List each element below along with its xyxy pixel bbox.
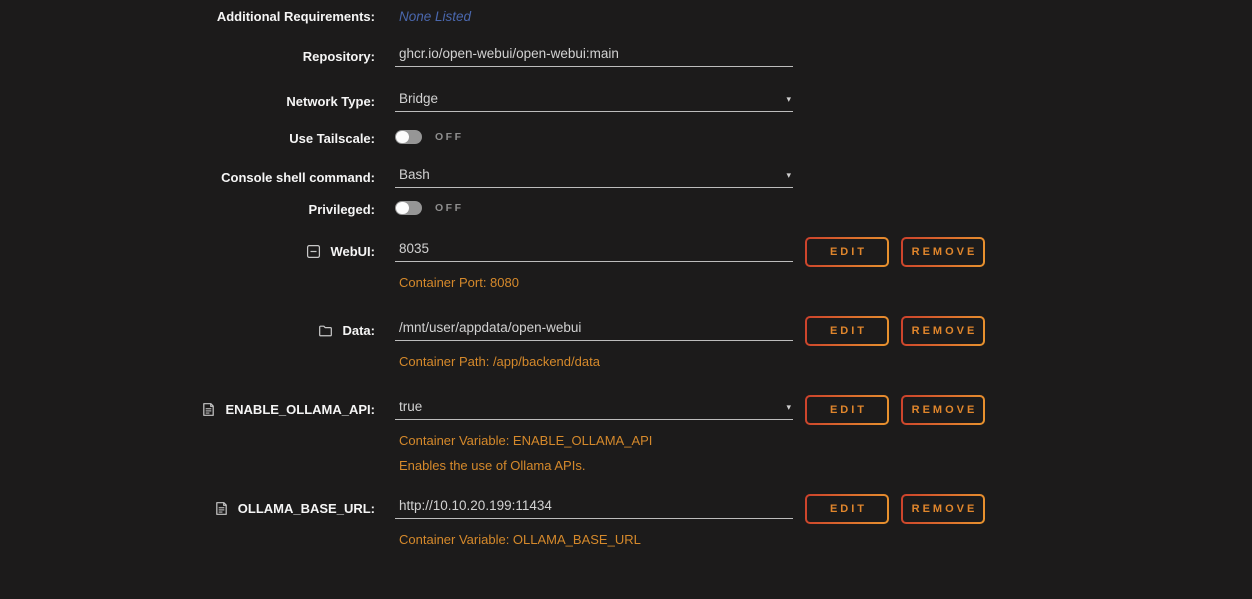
field-label: OLLAMA_BASE_URL: — [0, 498, 375, 516]
container-path-helper: Container Path: /app/backend/data — [395, 354, 793, 370]
field-row-ollama-base-url: OLLAMA_BASE_URL: http://10.10.20.199:114… — [0, 498, 1252, 548]
field-label-text: Privileged: — [309, 202, 375, 217]
remove-button[interactable]: REMOVE — [901, 316, 985, 346]
use-tailscale-toggle[interactable] — [395, 130, 422, 144]
additional-requirements-link[interactable]: None Listed — [395, 6, 793, 24]
field-label: Network Type: — [0, 91, 375, 109]
data-path-input[interactable]: /mnt/user/appdata/open-webui — [395, 320, 793, 341]
field-row-console-shell-command: Console shell command: Bash ▾ — [0, 167, 1252, 188]
toggle-knob — [396, 131, 409, 143]
field-row-additional-requirements: Additional Requirements: None Listed — [0, 6, 1252, 24]
field-row-repository: Repository: ghcr.io/open-webui/open-webu… — [0, 46, 1252, 67]
field-row-use-tailscale: Use Tailscale: OFF — [0, 128, 1252, 146]
field-row-privileged: Privileged: OFF — [0, 199, 1252, 217]
field-label: WebUI: — [0, 241, 375, 259]
field-label: Repository: — [0, 46, 375, 64]
remove-button[interactable]: REMOVE — [901, 494, 985, 524]
network-type-selected-value: Bridge — [399, 91, 438, 106]
field-label-text: Use Tailscale: — [289, 131, 375, 146]
field-label-text: WebUI: — [330, 244, 375, 259]
console-shell-selected-value: Bash — [399, 167, 430, 182]
chevron-down-icon: ▾ — [786, 95, 791, 104]
file-icon — [214, 501, 229, 516]
container-variable-helper: Container Variable: ENABLE_OLLAMA_API — [395, 433, 793, 449]
container-settings-form: Additional Requirements: None Listed Rep… — [0, 0, 1252, 548]
field-label-text: Repository: — [303, 49, 375, 64]
field-label-text: Console shell command: — [221, 170, 375, 185]
variable-description-helper: Enables the use of Ollama APIs. — [395, 458, 793, 474]
minus-square-icon — [306, 244, 321, 259]
enable-ollama-api-selected-value: true — [399, 399, 422, 414]
remove-button[interactable]: REMOVE — [901, 395, 985, 425]
edit-button[interactable]: EDIT — [805, 237, 889, 267]
field-label: Additional Requirements: — [0, 6, 375, 24]
field-row-network-type: Network Type: Bridge ▾ — [0, 91, 1252, 112]
webui-port-input[interactable]: 8035 — [395, 241, 793, 262]
field-row-enable-ollama-api: ENABLE_OLLAMA_API: true ▾ Container Vari… — [0, 399, 1252, 473]
field-label: Privileged: — [0, 199, 375, 217]
console-shell-command-select[interactable]: Bash ▾ — [395, 167, 793, 188]
chevron-down-icon: ▾ — [786, 403, 791, 412]
field-label: Data: — [0, 320, 375, 338]
repository-input[interactable]: ghcr.io/open-webui/open-webui:main — [395, 46, 793, 67]
toggle-knob — [396, 202, 409, 214]
field-label-text: Data: — [342, 323, 375, 338]
file-icon — [201, 402, 216, 417]
remove-button[interactable]: REMOVE — [901, 237, 985, 267]
enable-ollama-api-select[interactable]: true ▾ — [395, 399, 793, 420]
edit-button[interactable]: EDIT — [805, 494, 889, 524]
chevron-down-icon: ▾ — [786, 171, 791, 180]
ollama-base-url-input[interactable]: http://10.10.20.199:11434 — [395, 498, 793, 519]
container-variable-helper: Container Variable: OLLAMA_BASE_URL — [395, 532, 793, 548]
container-port-helper: Container Port: 8080 — [395, 275, 793, 291]
field-label-text: ENABLE_OLLAMA_API: — [225, 402, 375, 417]
toggle-state-label: OFF — [435, 131, 464, 143]
folder-icon — [318, 323, 333, 338]
network-type-select[interactable]: Bridge ▾ — [395, 91, 793, 112]
field-label-text: OLLAMA_BASE_URL: — [238, 501, 375, 516]
field-row-data-path: Data: /mnt/user/appdata/open-webui Conta… — [0, 320, 1252, 370]
privileged-toggle[interactable] — [395, 201, 422, 215]
edit-button[interactable]: EDIT — [805, 316, 889, 346]
field-label: ENABLE_OLLAMA_API: — [0, 399, 375, 417]
toggle-state-label: OFF — [435, 202, 464, 214]
field-label-text: Network Type: — [286, 94, 375, 109]
field-label: Use Tailscale: — [0, 128, 375, 146]
field-label-text: Additional Requirements: — [217, 9, 375, 24]
field-label: Console shell command: — [0, 167, 375, 185]
field-row-webui-port: WebUI: 8035 Container Port: 8080 EDIT RE… — [0, 241, 1252, 291]
edit-button[interactable]: EDIT — [805, 395, 889, 425]
